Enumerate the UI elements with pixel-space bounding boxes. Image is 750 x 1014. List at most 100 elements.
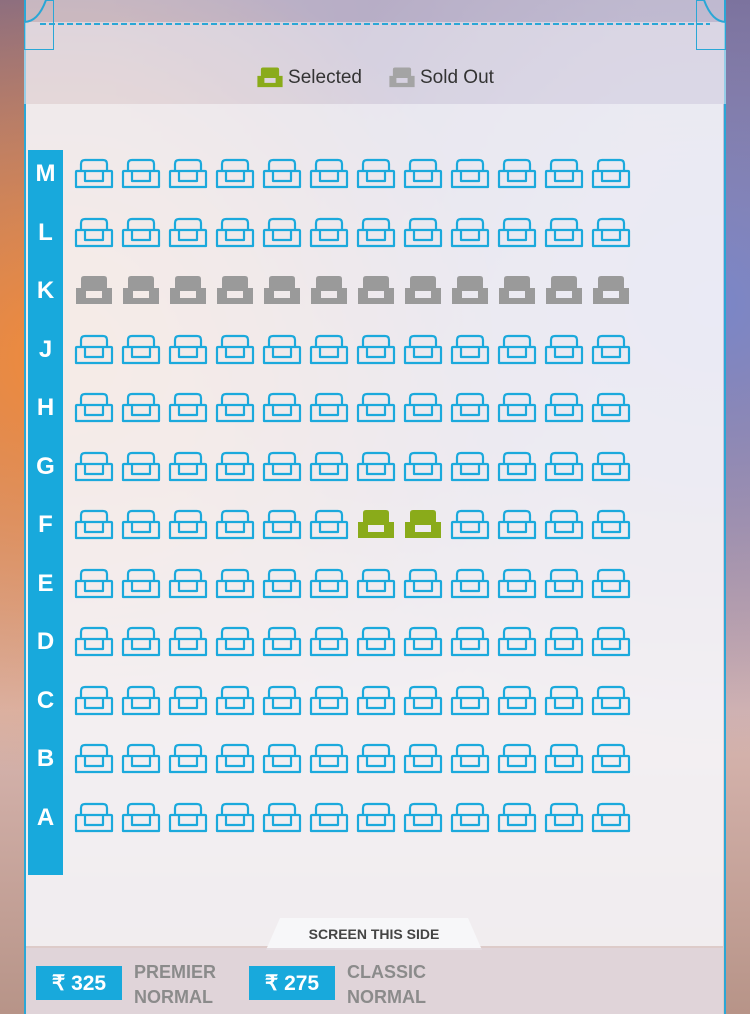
seat-m-1-available[interactable] [74, 158, 114, 190]
seat-a-11-available[interactable] [544, 802, 584, 834]
seat-g-1-available[interactable] [74, 451, 114, 483]
seat-c-6-available[interactable] [309, 685, 349, 717]
seat-j-3-available[interactable] [168, 334, 208, 366]
seat-e-11-available[interactable] [544, 568, 584, 600]
seat-l-9-available[interactable] [450, 217, 490, 249]
seat-h-4-available[interactable] [215, 392, 255, 424]
seat-j-1-available[interactable] [74, 334, 114, 366]
seat-h-7-available[interactable] [356, 392, 396, 424]
seat-g-7-available[interactable] [356, 451, 396, 483]
seat-l-2-available[interactable] [121, 217, 161, 249]
seat-m-8-available[interactable] [403, 158, 443, 190]
seat-e-1-available[interactable] [74, 568, 114, 600]
seat-j-10-available[interactable] [497, 334, 537, 366]
seat-f-3-available[interactable] [168, 509, 208, 541]
seat-h-6-available[interactable] [309, 392, 349, 424]
seat-h-8-available[interactable] [403, 392, 443, 424]
seat-h-12-available[interactable] [591, 392, 631, 424]
seat-a-7-available[interactable] [356, 802, 396, 834]
seat-b-5-available[interactable] [262, 743, 302, 775]
seat-c-5-available[interactable] [262, 685, 302, 717]
seat-f-9-available[interactable] [450, 509, 490, 541]
seat-e-5-available[interactable] [262, 568, 302, 600]
seat-g-11-available[interactable] [544, 451, 584, 483]
seat-l-8-available[interactable] [403, 217, 443, 249]
seat-m-6-available[interactable] [309, 158, 349, 190]
seat-j-4-available[interactable] [215, 334, 255, 366]
seat-b-4-available[interactable] [215, 743, 255, 775]
seat-j-9-available[interactable] [450, 334, 490, 366]
seat-e-12-available[interactable] [591, 568, 631, 600]
seat-f-5-available[interactable] [262, 509, 302, 541]
seat-j-12-available[interactable] [591, 334, 631, 366]
seat-g-9-available[interactable] [450, 451, 490, 483]
seat-c-3-available[interactable] [168, 685, 208, 717]
seat-g-2-available[interactable] [121, 451, 161, 483]
seat-a-2-available[interactable] [121, 802, 161, 834]
seat-c-7-available[interactable] [356, 685, 396, 717]
seat-a-6-available[interactable] [309, 802, 349, 834]
seat-c-11-available[interactable] [544, 685, 584, 717]
seat-h-1-available[interactable] [74, 392, 114, 424]
seat-g-12-available[interactable] [591, 451, 631, 483]
seat-a-12-available[interactable] [591, 802, 631, 834]
seat-a-8-available[interactable] [403, 802, 443, 834]
seat-f-4-available[interactable] [215, 509, 255, 541]
seat-h-3-available[interactable] [168, 392, 208, 424]
seat-f-11-available[interactable] [544, 509, 584, 541]
seat-f-7-selected[interactable] [356, 509, 396, 541]
seat-e-4-available[interactable] [215, 568, 255, 600]
seat-e-3-available[interactable] [168, 568, 208, 600]
seat-m-4-available[interactable] [215, 158, 255, 190]
seat-l-12-available[interactable] [591, 217, 631, 249]
seat-h-11-available[interactable] [544, 392, 584, 424]
seat-e-9-available[interactable] [450, 568, 490, 600]
seat-m-9-available[interactable] [450, 158, 490, 190]
seat-d-8-available[interactable] [403, 626, 443, 658]
seat-d-4-available[interactable] [215, 626, 255, 658]
seat-m-5-available[interactable] [262, 158, 302, 190]
seat-f-2-available[interactable] [121, 509, 161, 541]
seat-c-4-available[interactable] [215, 685, 255, 717]
price-premier-button[interactable]: ₹ 325 [36, 966, 122, 1000]
seat-j-2-available[interactable] [121, 334, 161, 366]
seat-m-10-available[interactable] [497, 158, 537, 190]
seat-c-1-available[interactable] [74, 685, 114, 717]
seat-d-3-available[interactable] [168, 626, 208, 658]
seat-c-9-available[interactable] [450, 685, 490, 717]
seat-g-8-available[interactable] [403, 451, 443, 483]
seat-b-3-available[interactable] [168, 743, 208, 775]
seat-f-8-selected[interactable] [403, 509, 443, 541]
seat-b-6-available[interactable] [309, 743, 349, 775]
seat-d-12-available[interactable] [591, 626, 631, 658]
seat-g-4-available[interactable] [215, 451, 255, 483]
seat-g-6-available[interactable] [309, 451, 349, 483]
seat-e-6-available[interactable] [309, 568, 349, 600]
seat-m-3-available[interactable] [168, 158, 208, 190]
seat-j-6-available[interactable] [309, 334, 349, 366]
seat-e-7-available[interactable] [356, 568, 396, 600]
seat-l-1-available[interactable] [74, 217, 114, 249]
seat-b-2-available[interactable] [121, 743, 161, 775]
seat-b-8-available[interactable] [403, 743, 443, 775]
seat-b-1-available[interactable] [74, 743, 114, 775]
seat-l-3-available[interactable] [168, 217, 208, 249]
seat-l-7-available[interactable] [356, 217, 396, 249]
seat-f-12-available[interactable] [591, 509, 631, 541]
seat-e-2-available[interactable] [121, 568, 161, 600]
seat-d-1-available[interactable] [74, 626, 114, 658]
seat-d-2-available[interactable] [121, 626, 161, 658]
seat-d-10-available[interactable] [497, 626, 537, 658]
seat-b-12-available[interactable] [591, 743, 631, 775]
seat-m-7-available[interactable] [356, 158, 396, 190]
seat-f-1-available[interactable] [74, 509, 114, 541]
seat-a-10-available[interactable] [497, 802, 537, 834]
seat-b-9-available[interactable] [450, 743, 490, 775]
seat-a-3-available[interactable] [168, 802, 208, 834]
seat-l-6-available[interactable] [309, 217, 349, 249]
seat-g-10-available[interactable] [497, 451, 537, 483]
seat-l-4-available[interactable] [215, 217, 255, 249]
seat-l-5-available[interactable] [262, 217, 302, 249]
seat-b-7-available[interactable] [356, 743, 396, 775]
seat-c-2-available[interactable] [121, 685, 161, 717]
